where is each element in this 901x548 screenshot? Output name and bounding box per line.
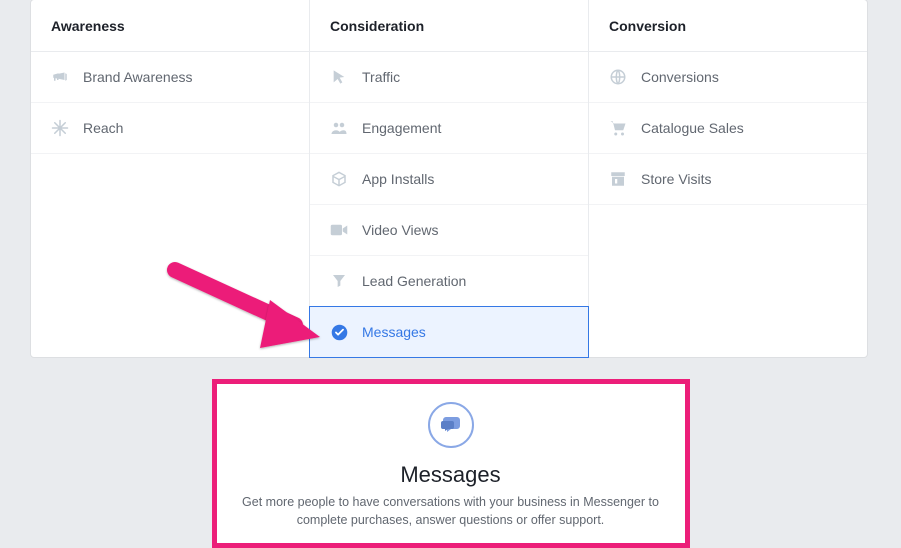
objective-label: Messages bbox=[362, 324, 426, 340]
objective-reach[interactable]: Reach bbox=[31, 103, 309, 154]
objective-conversions[interactable]: Conversions bbox=[589, 52, 867, 103]
messages-large-icon bbox=[428, 402, 474, 448]
column-awareness: Awareness Brand Awareness Reach bbox=[31, 0, 310, 357]
column-header-consideration: Consideration bbox=[310, 0, 588, 52]
cursor-icon bbox=[330, 68, 348, 86]
people-icon bbox=[330, 119, 348, 137]
objective-selector-card: Awareness Brand Awareness Reach Consider… bbox=[30, 0, 868, 358]
objective-traffic[interactable]: Traffic bbox=[310, 52, 588, 103]
objective-columns: Awareness Brand Awareness Reach Consider… bbox=[31, 0, 867, 357]
column-header-conversion: Conversion bbox=[589, 0, 867, 52]
objective-label: Store Visits bbox=[641, 171, 712, 187]
column-conversion: Conversion Conversions Catalogue Sales S… bbox=[589, 0, 867, 357]
objective-detail-panel: Messages Get more people to have convers… bbox=[212, 379, 690, 548]
objective-app-installs[interactable]: App Installs bbox=[310, 154, 588, 205]
objective-store-visits[interactable]: Store Visits bbox=[589, 154, 867, 205]
objective-label: Traffic bbox=[362, 69, 400, 85]
snowflake-icon bbox=[51, 119, 69, 137]
objective-label: Brand Awareness bbox=[83, 69, 192, 85]
video-icon bbox=[330, 221, 348, 239]
globe-icon bbox=[609, 68, 627, 86]
objective-video-views[interactable]: Video Views bbox=[310, 205, 588, 256]
megaphone-icon bbox=[51, 68, 69, 86]
objective-label: Engagement bbox=[362, 120, 441, 136]
column-header-awareness: Awareness bbox=[31, 0, 309, 52]
objective-label: Reach bbox=[83, 120, 123, 136]
objective-label: Lead Generation bbox=[362, 273, 466, 289]
objective-label: Conversions bbox=[641, 69, 719, 85]
objective-engagement[interactable]: Engagement bbox=[310, 103, 588, 154]
check-icon bbox=[330, 323, 348, 341]
column-consideration: Consideration Traffic Engagement App Ins… bbox=[310, 0, 589, 357]
objective-messages[interactable]: Messages bbox=[309, 306, 589, 358]
store-icon bbox=[609, 170, 627, 188]
objective-label: App Installs bbox=[362, 171, 434, 187]
objective-label: Video Views bbox=[362, 222, 439, 238]
cart-icon bbox=[609, 119, 627, 137]
objective-lead-generation[interactable]: Lead Generation bbox=[310, 256, 588, 307]
cube-icon bbox=[330, 170, 348, 188]
objective-label: Catalogue Sales bbox=[641, 120, 744, 136]
objective-brand-awareness[interactable]: Brand Awareness bbox=[31, 52, 309, 103]
detail-title: Messages bbox=[241, 462, 661, 488]
funnel-icon bbox=[330, 272, 348, 290]
detail-description: Get more people to have conversations wi… bbox=[241, 494, 661, 529]
objective-catalogue-sales[interactable]: Catalogue Sales bbox=[589, 103, 867, 154]
